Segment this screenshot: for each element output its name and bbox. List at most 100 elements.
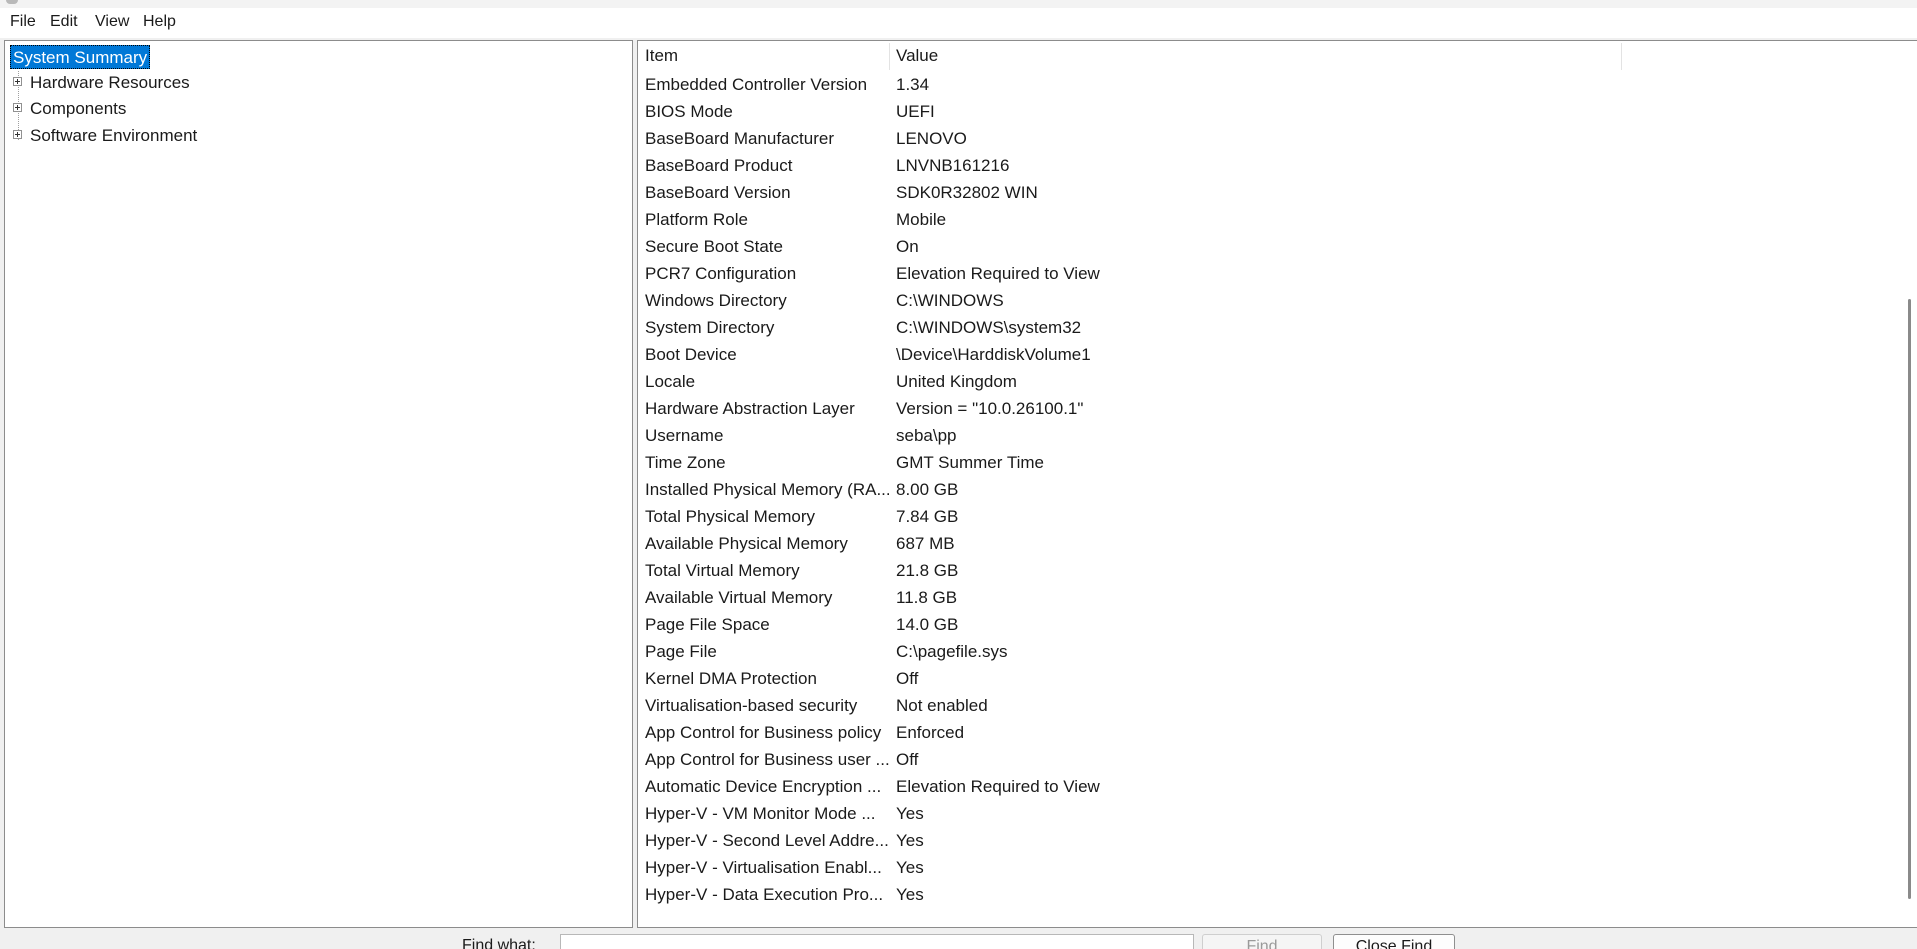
tree-item-software-environment[interactable]: Software Environment <box>5 124 305 148</box>
details-list[interactable]: Item Value Embedded Controller Version 1.… <box>637 40 1917 928</box>
column-header-item[interactable]: Item <box>638 41 889 71</box>
row-item-cell: Hyper-V - Virtualisation Enabl... <box>645 858 882 877</box>
row-item-cell: Time Zone <box>645 453 726 472</box>
row-item-cell: Page File <box>645 642 717 661</box>
table-row[interactable]: BaseBoard Product LNVNB161216 <box>638 152 1898 179</box>
row-item-cell: Page File Space <box>645 615 770 634</box>
row-item-cell: Hyper-V - VM Monitor Mode ... <box>645 804 876 823</box>
row-value-cell: On <box>896 237 919 256</box>
menu-edit[interactable]: Edit <box>48 12 80 32</box>
table-row[interactable]: Windows Directory C:\WINDOWS <box>638 287 1898 314</box>
menu-help[interactable]: Help <box>141 12 178 32</box>
table-row[interactable]: Hyper-V - Virtualisation Enabl... Yes <box>638 854 1898 881</box>
row-item-cell: BaseBoard Version <box>645 183 791 202</box>
row-value-cell: LENOVO <box>896 129 967 148</box>
table-row[interactable]: Kernel DMA Protection Off <box>638 665 1898 692</box>
find-button[interactable]: Find <box>1202 934 1322 949</box>
find-input[interactable] <box>560 934 1194 949</box>
table-row[interactable]: Total Virtual Memory 21.8 GB <box>638 557 1898 584</box>
row-item-cell: Locale <box>645 372 696 391</box>
row-value-cell: seba\pp <box>896 426 957 445</box>
find-bar: Find what: Find Close Find <box>0 928 1917 949</box>
table-row[interactable]: Virtualisation-based security Not enabled <box>638 692 1898 719</box>
table-row[interactable]: Hyper-V - Second Level Addre... Yes <box>638 827 1898 854</box>
row-item-cell: Installed Physical Memory (RA... <box>645 480 889 499</box>
table-row[interactable]: Available Virtual Memory 11.8 GB <box>638 584 1898 611</box>
row-item-cell: App Control for Business policy <box>645 723 882 742</box>
row-item-cell: Embedded Controller Version <box>645 75 868 94</box>
tree-item-label: Hardware Resources <box>30 73 190 92</box>
menu-bar: File Edit View Help <box>0 8 1917 38</box>
tree-item-hardware-resources[interactable]: Hardware Resources <box>5 71 305 95</box>
row-value-cell: Off <box>896 669 919 688</box>
row-value-cell: Enforced <box>896 723 965 742</box>
table-row[interactable]: PCR7 Configuration Elevation Required to … <box>638 260 1898 287</box>
table-row[interactable]: Hardware Abstraction Layer Version = "10.… <box>638 395 1898 422</box>
table-row[interactable]: App Control for Business policy Enforced <box>638 719 1898 746</box>
table-row[interactable]: BaseBoard Version SDK0R32802 WIN <box>638 179 1898 206</box>
close-find-button[interactable]: Close Find <box>1333 934 1455 949</box>
table-row[interactable]: Embedded Controller Version 1.34 <box>638 71 1898 98</box>
row-value-cell: C:\pagefile.sys <box>896 642 1008 661</box>
scrollbar-thumb[interactable] <box>1908 299 1911 899</box>
row-value-cell: 11.8 GB <box>896 588 958 607</box>
row-item-cell: BIOS Mode <box>645 102 733 121</box>
plus-expander-icon[interactable] <box>13 77 22 86</box>
row-value-cell: Mobile <box>896 210 947 229</box>
menu-file[interactable]: File <box>8 12 38 32</box>
menu-view[interactable]: View <box>93 12 131 32</box>
row-value-cell: UEFI <box>896 102 935 121</box>
title-bar <box>0 0 1917 8</box>
find-what-label: Find what: <box>462 937 536 949</box>
table-row[interactable]: Automatic Device Encryption ... Elevation… <box>638 773 1898 800</box>
row-value-cell: LNVNB161216 <box>896 156 1010 175</box>
table-row[interactable]: Installed Physical Memory (RA... 8.00 GB <box>638 476 1898 503</box>
table-row[interactable]: BaseBoard Manufacturer LENOVO <box>638 125 1898 152</box>
table-row[interactable]: Hyper-V - Data Execution Pro... Yes <box>638 881 1898 908</box>
column-header-value[interactable]: Value <box>889 41 1621 71</box>
table-row[interactable]: Hyper-V - VM Monitor Mode ... Yes <box>638 800 1898 827</box>
row-value-cell: Elevation Required to View <box>896 777 1100 796</box>
row-item-cell: BaseBoard Manufacturer <box>645 129 834 148</box>
row-item-cell: Username <box>645 426 724 445</box>
table-row[interactable]: System Directory C:\WINDOWS\system32 <box>638 314 1898 341</box>
table-row[interactable]: Page File C:\pagefile.sys <box>638 638 1898 665</box>
table-row[interactable]: Platform Role Mobile <box>638 206 1898 233</box>
row-value-cell: C:\WINDOWS\system32 <box>896 318 1082 337</box>
row-value-cell: 8.00 GB <box>896 480 959 499</box>
plus-expander-icon[interactable] <box>13 130 22 139</box>
table-row[interactable]: App Control for Business user ... Off <box>638 746 1898 773</box>
tree-item-label: Software Environment <box>30 126 198 145</box>
table-row[interactable]: Username seba\pp <box>638 422 1898 449</box>
row-value-cell: Yes <box>896 831 924 850</box>
row-value-cell: SDK0R32802 WIN <box>896 183 1038 202</box>
plus-expander-icon[interactable] <box>13 103 22 112</box>
list-header: Item Value <box>638 41 1898 71</box>
vertical-scrollbar[interactable] <box>1898 41 1917 927</box>
table-row[interactable]: Available Physical Memory 687 MB <box>638 530 1898 557</box>
table-row[interactable]: Locale United Kingdom <box>638 368 1898 395</box>
column-divider[interactable] <box>1621 43 1622 70</box>
table-row[interactable]: Boot Device \Device\HarddiskVolume1 <box>638 341 1898 368</box>
table-row[interactable]: Secure Boot State On <box>638 233 1898 260</box>
category-tree[interactable]: System Summary Hardware Resources Compon… <box>4 40 633 928</box>
tree-item-system-summary[interactable]: System Summary <box>10 45 151 69</box>
tree-item-components[interactable]: Components <box>5 97 305 121</box>
row-item-cell: Hardware Abstraction Layer <box>645 399 855 418</box>
row-item-cell: Platform Role <box>645 210 748 229</box>
app-icon <box>6 0 18 4</box>
table-row[interactable]: Total Physical Memory 7.84 GB <box>638 503 1898 530</box>
table-row[interactable]: BIOS Mode UEFI <box>638 98 1898 125</box>
row-item-cell: Automatic Device Encryption ... <box>645 777 882 796</box>
table-row[interactable]: Page File Space 14.0 GB <box>638 611 1898 638</box>
row-item-cell: Virtualisation-based security <box>645 696 858 715</box>
row-item-cell: Kernel DMA Protection <box>645 669 817 688</box>
row-value-cell: 687 MB <box>896 534 955 553</box>
row-item-cell: Total Physical Memory <box>645 507 816 526</box>
row-item-cell: Available Virtual Memory <box>645 588 833 607</box>
row-item-cell: System Directory <box>645 318 775 337</box>
table-row[interactable]: Time Zone GMT Summer Time <box>638 449 1898 476</box>
tree-item-label: Components <box>30 99 127 118</box>
row-item-cell: Hyper-V - Second Level Addre... <box>645 831 889 850</box>
row-item-cell: Windows Directory <box>645 291 787 310</box>
